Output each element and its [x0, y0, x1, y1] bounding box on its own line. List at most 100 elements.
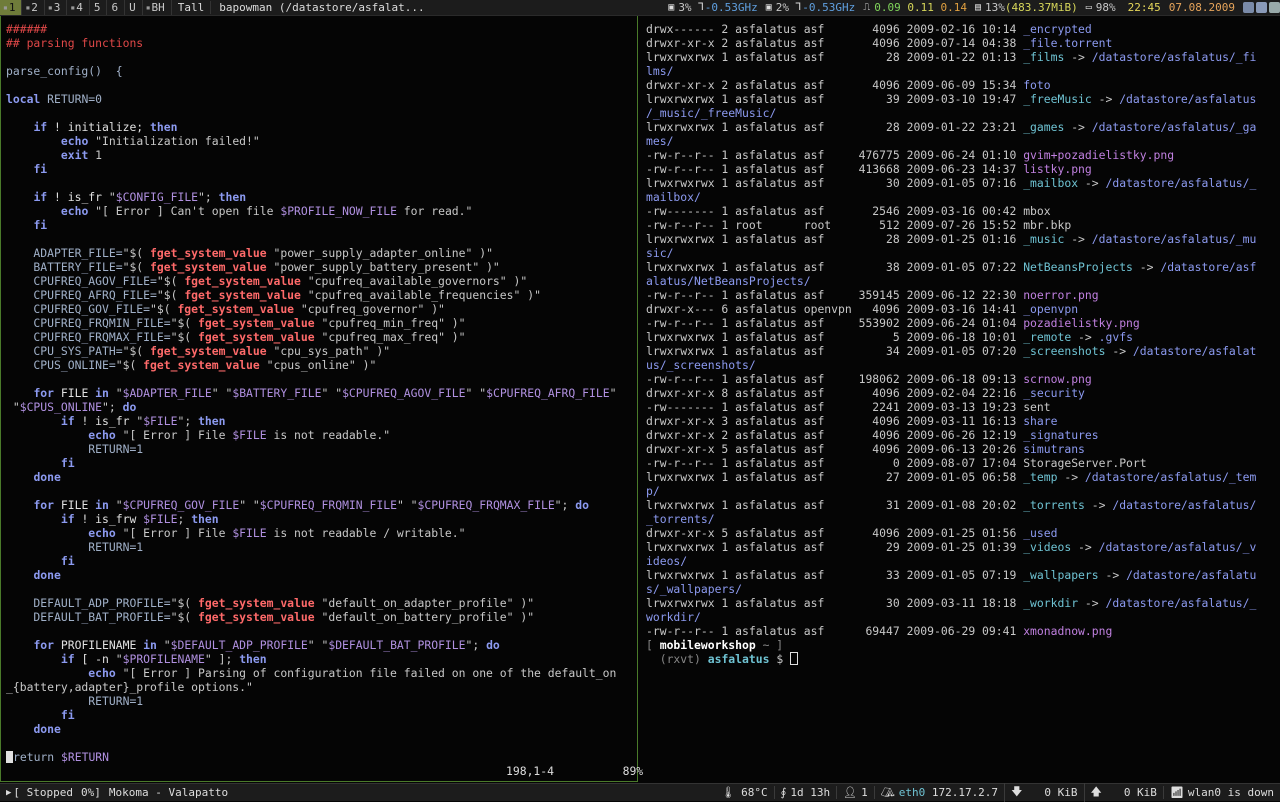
cpu-icon: ▣ [668, 2, 675, 13]
bottom-status-bar: ▶ [ Stopped 0%] Mokoma - Valapatto 🌡︎ 68… [0, 783, 1280, 802]
text-segment: /datastore/asfalatus/_ [1105, 176, 1257, 190]
ls-line: drwx------ 2 asfalatus asf 4096 2009-02-… [646, 22, 1256, 36]
download-arrow-icon: 🡇 [1011, 785, 1023, 798]
layout-indicator[interactable]: Tall [172, 1, 212, 14]
text-segment: -rw-r--r-- 1 asfalatus asf 476775 2009-0… [646, 148, 1024, 162]
code-line: _{battery,adapter}_profile options." [6, 680, 616, 694]
text-segment: -rw-r--r-- 1 root root 512 2009-07-26 15… [646, 218, 1024, 232]
text-segment [6, 204, 61, 218]
text-segment: parse_config() { [6, 64, 123, 78]
code-line: for FILE in "$CPUFREQ_GOV_FILE" "$CPUFRE… [6, 498, 616, 512]
text-segment: sic/ [646, 246, 674, 260]
workspace-3[interactable]: ▪ 3 [45, 0, 68, 15]
text-segment: sent [1023, 400, 1051, 414]
memory-percent: 13% [985, 1, 1005, 14]
text-segment: fget_system_value [150, 344, 267, 358]
text-segment: CPUFREQ_AGOV_FILE= [6, 274, 157, 288]
text-segment: fget_system_value [150, 246, 267, 260]
cpu0-freq: -0.53GHz [704, 1, 758, 14]
vim-editor-pane[interactable]: ###### ## parsing functions parse_config()… [0, 16, 643, 782]
ls-line: lrwxrwxrwx 1 asfalatus asf 38 2009-01-05… [646, 260, 1256, 274]
text-segment: "$( [170, 596, 199, 610]
text-segment [6, 162, 33, 176]
text-segment: /datastore/asfalatus/_ga [1091, 120, 1257, 134]
code-line: CPUFREQ_GOV_FILE="$( fget_system_value "… [6, 302, 616, 316]
text-segment: " [6, 400, 20, 414]
mpd-track: Mokoma - Valapatto [108, 786, 229, 799]
code-line: DEFAULT_BAT_PROFILE="$( fget_system_valu… [6, 610, 616, 624]
uptime-stat: ∮ 1d 13h [773, 786, 836, 799]
workspace-1[interactable]: ▪ 1 [0, 0, 23, 15]
text-segment: "[ Error ] File [115, 526, 233, 540]
code-line: echo "[ Error ] File $FILE is not readab… [6, 526, 616, 540]
text-segment: "$( [170, 330, 199, 344]
workspace-7[interactable]: U [125, 0, 143, 15]
text-segment: _freeMusic [1023, 92, 1092, 106]
tray-network-icon[interactable] [1243, 2, 1254, 13]
text-segment [6, 428, 88, 442]
text-segment: "cpus_online" )" [259, 358, 377, 372]
load-15: 0.14 [940, 1, 967, 14]
text-segment: " ]; [204, 652, 240, 666]
text-segment: /datastore/asfalatus/_tem [1084, 470, 1257, 484]
text-segment: echo [60, 134, 89, 148]
text-segment: lrwxrwxrwx 1 asfalatus asf 5 2009-06-18 … [646, 330, 1024, 344]
text-segment: /datastore/asfalatus/_fi [1091, 50, 1257, 64]
prompt-hostname: mobileworkshop [659, 638, 756, 652]
code-line: CPUFREQ_FRQMIN_FILE="$( fget_system_valu… [6, 316, 616, 330]
text-segment: scrnow.png [1023, 372, 1092, 386]
code-line: parse_config() { [6, 64, 616, 78]
workspace-4[interactable]: ▪ 4 [67, 0, 90, 15]
text-segment [6, 512, 61, 526]
workspace-2[interactable]: ▪ 2 [22, 0, 45, 15]
ls-line: drwxr-xr-x 2 asfalatus asf 4096 2009-06-… [646, 428, 1256, 442]
terminal-pane[interactable]: drwx------ 2 asfalatus asf 4096 2009-02-… [640, 16, 1280, 782]
text-segment: -> [1071, 540, 1099, 554]
text-segment: _security [1023, 386, 1085, 400]
text-segment: $CPUFREQ_AGOV_FILE [342, 386, 466, 400]
clock-time: 22:45 [1127, 1, 1161, 14]
ls-line: drwxr-xr-x 2 asfalatus asf 4096 2009-06-… [646, 78, 1256, 92]
code-line: local RETURN=0 [6, 92, 616, 106]
ls-line: drwxr-xr-x 5 asfalatus asf 4096 2009-01-… [646, 526, 1256, 540]
text-segment: mes/ [646, 134, 674, 148]
text-segment: drwxr-xr-x 2 asfalatus asf 4096 2009-07-… [646, 36, 1024, 50]
text-segment: drwxr-xr-x 5 asfalatus asf 4096 2009-06-… [646, 442, 1024, 456]
text-segment: drwxr-xr-x 3 asfalatus asf 4096 2009-03-… [646, 414, 1024, 428]
workspace-6[interactable]: 6 [107, 0, 126, 15]
workspace-8[interactable]: ▪ BH [143, 0, 172, 15]
text-segment: "$( [170, 316, 199, 330]
text-segment: fget_system_value [184, 288, 301, 302]
code-line: DEFAULT_ADP_PROFILE="$( fget_system_valu… [6, 596, 616, 610]
text-segment: echo [88, 666, 116, 680]
upload-arrow-icon: 🡅 [1090, 785, 1102, 798]
text-segment: then [191, 512, 219, 526]
code-line: CPUFREQ_AGOV_FILE="$( fget_system_value … [6, 274, 616, 288]
text-segment: [ -n [74, 652, 116, 666]
text-segment: lrwxrwxrwx 1 asfalatus asf 31 2009-01-08… [646, 498, 1024, 512]
text-segment: -> [1071, 330, 1099, 344]
tray-app-icon[interactable] [1269, 2, 1280, 13]
text-segment: $DEFAULT_ADP_PROFILE [170, 638, 308, 652]
workspace-5[interactable]: 5 [90, 0, 108, 15]
code-line: "$CPUS_ONLINE"; do [6, 400, 616, 414]
workspace-label: U [129, 1, 136, 14]
tray-app-icon[interactable] [1256, 2, 1267, 13]
text-segment: for read." [396, 204, 473, 218]
text-segment [6, 456, 61, 470]
vim-buffer[interactable]: ###### ## parsing functions parse_config()… [6, 22, 616, 764]
text-segment: /datastore/asfalatus [1119, 92, 1257, 106]
ls-line: lrwxrwxrwx 1 asfalatus asf 30 2009-03-11… [646, 596, 1256, 610]
text-segment: $FILE [232, 428, 267, 442]
wifi-icon: 📶︎ [1169, 786, 1184, 799]
top-status-bar: ▪ 1 ▪ 2 ▪ 3 ▪ 4 5 6 U ▪ BH Tall bapowman (/datastore… [0, 0, 1280, 16]
shell-prompt-input[interactable]: (rxvt) asfalatus $ [646, 652, 1256, 666]
code-line: CPUFREQ_AFRQ_FILE="$( fget_system_value … [6, 288, 616, 302]
text-segment: FILE [54, 386, 96, 400]
text-segment: "[ Error ] File [115, 428, 233, 442]
text-segment: _music [1023, 232, 1065, 246]
